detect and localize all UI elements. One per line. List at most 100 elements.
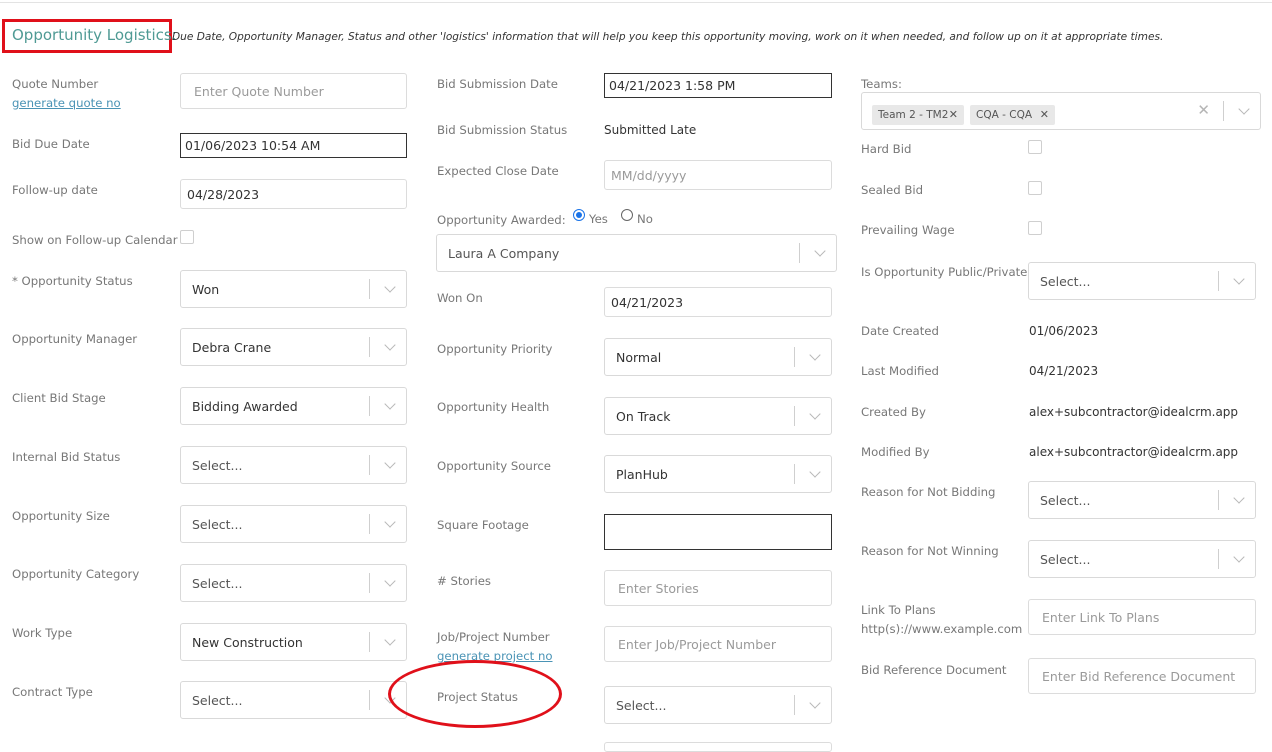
next-field-input-partial[interactable] [604,742,832,752]
remove-tag-icon[interactable]: ✕ [1040,108,1049,121]
quote-number-label: Quote Number [12,77,99,91]
bid-ref-label: Bid Reference Document [861,663,1007,677]
bid-submission-date-input[interactable]: 04/21/2023 1:58 PM [604,73,832,98]
manager-select[interactable]: Debra Crane [180,328,407,366]
size-select[interactable]: Select... [180,505,407,543]
select-separator [369,279,370,299]
manager-value: Debra Crane [192,339,272,355]
awarded-no-radio[interactable] [621,209,633,221]
remove-tag-icon[interactable]: ✕ [949,108,958,121]
health-select[interactable]: On Track [604,397,832,435]
team-tag: CQA - CQA ✕ [970,105,1055,125]
not-winning-value: Select... [1040,551,1091,567]
bid-due-date-input[interactable]: 01/06/2023 10:54 AM [180,133,407,158]
clear-icon[interactable]: ✕ [1197,101,1210,119]
client-bid-stage-select[interactable]: Bidding Awarded [180,387,407,425]
awarded-yes-radio[interactable] [573,209,585,221]
chevron-down-icon [384,398,396,410]
contract-type-select[interactable]: Select... [180,681,407,719]
team-tag-label: CQA - CQA [976,109,1033,121]
sqft-label: Square Footage [437,518,529,532]
work-type-label: Work Type [12,626,73,640]
select-separator [1218,490,1219,510]
team-tag-label: Team 2 - TM2 [878,109,949,121]
modified-by-label: Modified By [861,445,930,459]
status-value: Won [192,281,220,297]
not-winning-select[interactable]: Select... [1028,540,1256,578]
job-number-input[interactable]: Enter Job/Project Number [604,626,832,662]
generate-quote-link[interactable]: generate quote no [12,95,121,111]
priority-select[interactable]: Normal [604,338,832,376]
awarded-no-label: No [637,212,653,226]
select-separator [794,347,795,367]
project-status-select[interactable]: Select... [604,686,832,724]
awarded-yes-label: Yes [589,212,608,226]
awarded-label: Opportunity Awarded: [437,213,566,227]
select-separator [1218,549,1219,569]
expected-close-label: Expected Close Date [437,164,559,178]
teams-label: Teams: [861,77,902,91]
section-description: Due Date, Opportunity Manager, Status an… [172,31,1164,43]
show-calendar-checkbox[interactable] [180,230,194,244]
select-separator [1223,101,1224,121]
show-calendar-label: Show on Follow-up Calendar [12,233,178,247]
quote-number-input[interactable]: Enter Quote Number [180,73,407,109]
public-private-value: Select... [1040,273,1091,289]
sqft-input[interactable] [604,514,832,550]
source-value: PlanHub [616,466,668,482]
modified-by-value: alex+subcontractor@idealcrm.app [1029,445,1239,459]
chevron-down-icon [1238,103,1250,115]
public-private-label: Is Opportunity Public/Private [861,265,1028,279]
won-on-input[interactable]: 04/21/2023 [604,287,832,317]
link-plans-hint: http(s)://www.example.com [861,622,1023,636]
teams-multiselect[interactable]: Team 2 - TM2 ✕ CQA - CQA ✕ ✕ [861,92,1261,130]
sealed-bid-checkbox[interactable] [1028,181,1042,195]
annotation-ellipse [388,660,562,728]
chevron-down-icon [809,408,821,420]
internal-bid-status-select[interactable]: Select... [180,446,407,484]
work-type-select[interactable]: New Construction [180,623,407,661]
bid-due-date-label: Bid Due Date [12,137,90,151]
bid-submission-status-label: Bid Submission Status [437,123,568,137]
chevron-down-icon [384,281,396,293]
expected-close-input[interactable]: MM/dd/yyyy [604,160,832,190]
select-separator [369,632,370,652]
hard-bid-checkbox[interactable] [1028,140,1042,154]
select-separator [799,243,800,263]
size-label: Opportunity Size [12,509,110,523]
contract-type-value: Select... [192,692,243,708]
select-separator [369,396,370,416]
chevron-down-icon [1233,273,1245,285]
size-value: Select... [192,516,243,532]
awarded-company-value: Laura A Company [448,245,560,261]
awarded-company-select[interactable]: Laura A Company [436,234,837,272]
select-separator [369,514,370,534]
select-separator [369,455,370,475]
stories-input[interactable]: Enter Stories [604,570,832,606]
bid-submission-date-label: Bid Submission Date [437,77,558,91]
followup-date-label: Follow-up date [12,183,98,197]
chevron-down-icon [809,349,821,361]
link-plans-input[interactable]: Enter Link To Plans [1028,599,1256,635]
bid-ref-input[interactable]: Enter Bid Reference Document [1028,658,1256,694]
select-separator [369,337,370,357]
category-select[interactable]: Select... [180,564,407,602]
followup-date-input[interactable]: 04/28/2023 [180,179,407,209]
contract-type-label: Contract Type [12,685,93,699]
status-select[interactable]: Won [180,270,407,308]
source-label: Opportunity Source [437,459,551,473]
section-title: Opportunity Logistics: [12,26,177,44]
internal-bid-status-label: Internal Bid Status [12,450,121,464]
source-select[interactable]: PlanHub [604,455,832,493]
not-bidding-select[interactable]: Select... [1028,481,1256,519]
prevailing-wage-checkbox[interactable] [1028,221,1042,235]
not-winning-label: Reason for Not Winning [861,544,999,558]
chevron-down-icon [1233,492,1245,504]
public-private-select[interactable]: Select... [1028,262,1256,300]
internal-bid-status-value: Select... [192,457,243,473]
chevron-down-icon [809,466,821,478]
chevron-down-icon [384,516,396,528]
sealed-bid-label: Sealed Bid [861,183,924,197]
bid-submission-status-value: Submitted Late [604,123,697,137]
category-label: Opportunity Category [12,567,140,581]
